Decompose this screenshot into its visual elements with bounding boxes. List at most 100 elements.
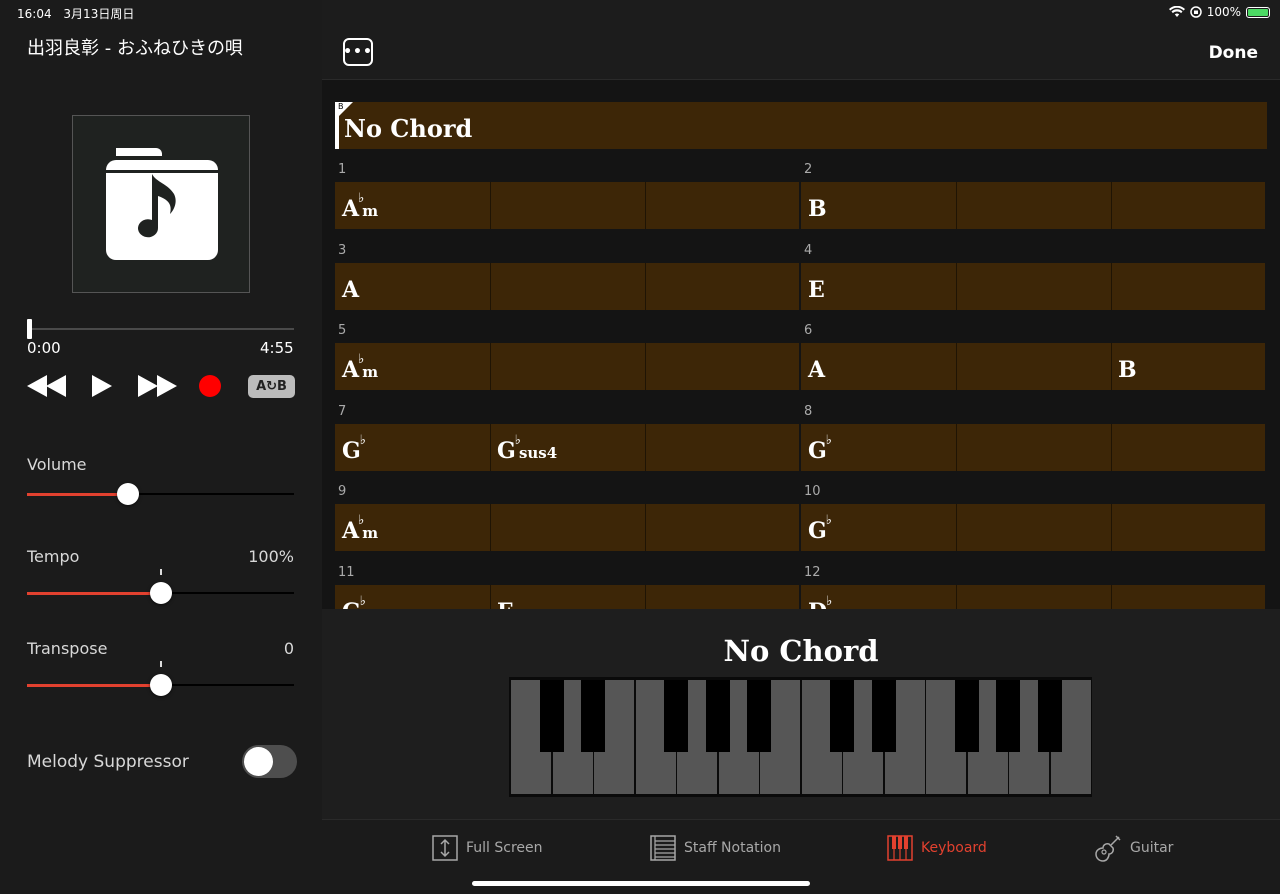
chord-root: B: [1118, 357, 1137, 383]
tab-full-screen[interactable]: Full Screen: [432, 834, 543, 862]
chord-symbol: B: [808, 196, 827, 222]
chord-quality: m: [362, 524, 379, 542]
more-icon: •••: [343, 44, 373, 60]
measure-number: 8: [804, 404, 813, 419]
album-artwork: [72, 115, 250, 293]
measure-bar[interactable]: D♭: [801, 585, 1265, 609]
chord-root: A: [342, 357, 360, 383]
measure-bar[interactable]: A♭m: [335, 182, 799, 229]
beat-divider: [490, 263, 491, 310]
transpose-label: Transpose: [27, 639, 108, 658]
tab-staff-notation[interactable]: Staff Notation: [650, 834, 781, 862]
measure-number: 12: [804, 565, 821, 580]
intro-chord-label: No Chord: [344, 114, 473, 143]
measure-bar[interactable]: A♭m: [335, 504, 799, 551]
tempo-center-tick: [160, 569, 162, 575]
chord-root: A: [342, 277, 360, 303]
beat-divider: [490, 182, 491, 229]
volume-slider-thumb[interactable]: [117, 483, 139, 505]
ab-repeat-button[interactable]: A↻B: [248, 372, 295, 400]
black-key: [830, 680, 854, 752]
progress-track[interactable]: [28, 328, 294, 330]
beat-divider: [1111, 424, 1112, 471]
beat-divider: [956, 424, 957, 471]
intro-chord-bar[interactable]: B No Chord: [335, 102, 1267, 149]
record-icon: [199, 375, 221, 397]
tempo-value: 100%: [248, 547, 294, 566]
battery-percent: 100%: [1206, 5, 1241, 19]
beat-divider: [956, 263, 957, 310]
black-key: [747, 680, 771, 752]
play-icon: [92, 375, 112, 397]
status-indicators: 100%: [1168, 5, 1270, 19]
record-button[interactable]: [199, 372, 223, 400]
melody-suppressor-toggle[interactable]: [242, 745, 297, 778]
rewind-icon: [27, 375, 66, 397]
done-button[interactable]: Done: [1209, 43, 1258, 63]
measure-bar[interactable]: A: [335, 263, 799, 310]
beat-divider: [645, 504, 646, 551]
chord-symbol: G♭: [342, 433, 366, 464]
measure-bar[interactable]: G♭ G♭sus4: [335, 424, 799, 471]
black-key: [540, 680, 564, 752]
volume-slider-fill: [27, 493, 129, 496]
black-key: [664, 680, 688, 752]
black-key: [872, 680, 896, 752]
chord-root: E: [808, 277, 825, 303]
measure-bar[interactable]: G♭ F: [335, 585, 799, 609]
top-bar: 100% ••• Done: [322, 0, 1280, 80]
music-folder-icon: [106, 148, 218, 260]
status-date: 3月13日周日: [63, 7, 135, 21]
fast-forward-button[interactable]: [138, 372, 178, 400]
beat-divider: [645, 585, 646, 609]
beat-divider: [1111, 263, 1112, 310]
chord-root: G: [342, 599, 361, 609]
song-title: 出羽良彰 - おふねひきの唄: [27, 38, 243, 59]
tab-guitar[interactable]: Guitar: [1094, 834, 1173, 862]
measure-bar[interactable]: G♭: [801, 424, 1265, 471]
progress-handle[interactable]: [27, 319, 32, 339]
more-options-button[interactable]: •••: [343, 38, 373, 66]
measure-number: 6: [804, 323, 813, 338]
tempo-slider-fill: [27, 592, 161, 595]
measure-bar[interactable]: AB: [801, 343, 1265, 390]
toggle-knob: [244, 747, 273, 776]
chord-root: G: [808, 438, 827, 464]
tab-label: Keyboard: [921, 840, 987, 856]
tab-label: Full Screen: [466, 840, 543, 856]
measure-bar[interactable]: B: [801, 182, 1265, 229]
beat-divider: [1111, 585, 1112, 609]
chord-root: D: [808, 599, 827, 609]
tempo-slider-thumb[interactable]: [150, 582, 172, 604]
flat-sign: ♭: [358, 191, 365, 206]
measure-bar[interactable]: E: [801, 263, 1265, 310]
black-key: [581, 680, 605, 752]
ab-repeat-label: A↻B: [248, 374, 295, 398]
chord-root: A: [808, 357, 826, 383]
chord-quality: m: [362, 363, 379, 381]
play-button[interactable]: [92, 372, 114, 400]
measure-bar[interactable]: G♭: [801, 504, 1265, 551]
chord-root: A: [342, 196, 360, 222]
beat-divider: [956, 182, 957, 229]
home-indicator[interactable]: [472, 881, 810, 886]
chord-symbol: A♭m: [342, 352, 379, 383]
flat-sign: ♭: [825, 433, 832, 448]
transpose-slider-thumb[interactable]: [150, 674, 172, 696]
chord-chart[interactable]: B No Chord 1 A♭m 2 B 3 A 4 E 5 A♭m 6 A B 7 G♭ G♭sus4 8 G♭…: [322, 81, 1280, 609]
tab-bar: Full Screen Staff Notation Keyboard Guit…: [322, 819, 1280, 894]
staff-notation-icon: [650, 835, 676, 861]
rewind-button[interactable]: [27, 372, 67, 400]
beat-divider: [1111, 343, 1112, 390]
total-time: 4:55: [260, 339, 294, 357]
measure-number: 7: [338, 404, 347, 419]
beat-divider: [645, 343, 646, 390]
beat-divider: [1111, 182, 1112, 229]
beat-divider: [956, 343, 957, 390]
chord-quality: sus4: [518, 444, 558, 462]
measure-bar[interactable]: A♭m: [335, 343, 799, 390]
chord-symbol: A♭m: [342, 191, 378, 222]
black-key: [1038, 680, 1062, 752]
tab-keyboard[interactable]: Keyboard: [887, 834, 987, 862]
beat-divider: [490, 343, 491, 390]
